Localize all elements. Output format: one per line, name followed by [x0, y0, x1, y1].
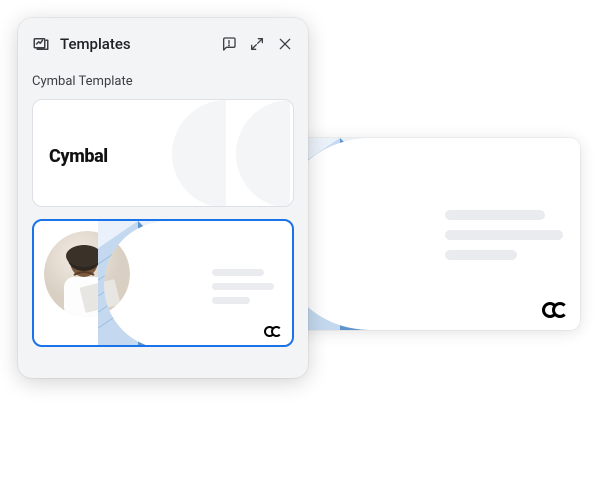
cymbal-logo-icon: [264, 326, 282, 337]
panel-header: Templates: [32, 32, 294, 56]
expand-icon[interactable]: [248, 35, 266, 53]
panel-title: Templates: [60, 35, 210, 53]
cymbal-watermark-icon: [158, 100, 293, 207]
section-title: Cymbal Template: [32, 74, 294, 89]
cymbal-logo-icon: [542, 302, 568, 318]
close-icon[interactable]: [276, 35, 294, 53]
slide-preview: [270, 138, 580, 330]
building-graphic-small: [98, 221, 208, 347]
template-brand-text: Cymbal: [49, 146, 108, 167]
templates-panel: Templates Cymbal Template Cymbal: [18, 18, 308, 378]
text-placeholder-lines: [445, 210, 563, 270]
feedback-icon[interactable]: [220, 35, 238, 53]
template-thumbnail-title[interactable]: Cymbal: [32, 99, 294, 207]
text-placeholder-lines-small: [212, 269, 274, 311]
template-thumbnail-content[interactable]: [32, 219, 294, 347]
templates-icon: [32, 35, 50, 53]
